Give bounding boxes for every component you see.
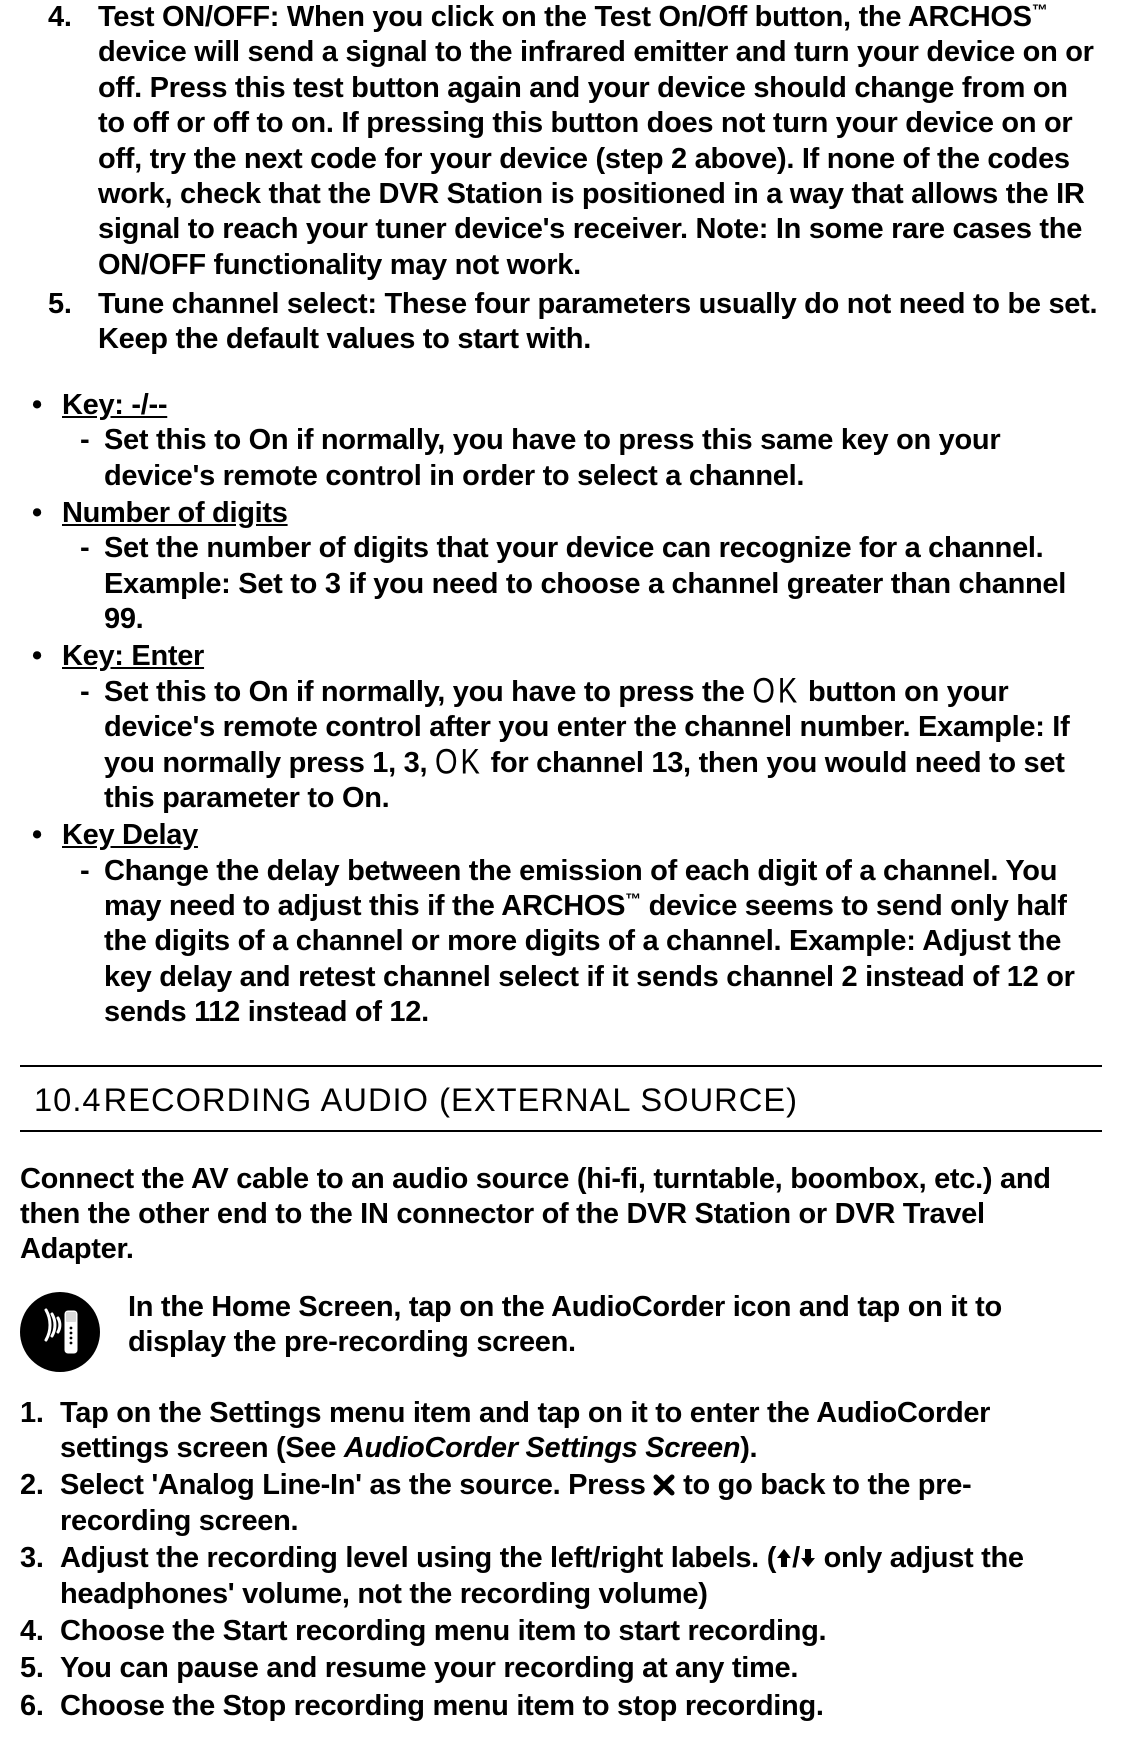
list-text: Test ON/OFF: When you click on the Test … xyxy=(98,1,1094,281)
param-desc-list: - Set this to On if normally, you have t… xyxy=(62,423,1102,494)
step-6: 6. Choose the Stop recording menu item t… xyxy=(20,1689,1102,1724)
page-content: 4. Test ON/OFF: When you click on the Te… xyxy=(20,0,1102,1724)
param-desc-list: - Set this to On if normally, you have t… xyxy=(62,675,1102,817)
param-desc: - Set this to On if normally, you have t… xyxy=(62,423,1102,494)
audiocorder-icon xyxy=(20,1292,100,1372)
close-icon xyxy=(653,1474,675,1496)
param-desc: - Set this to On if normally, you have t… xyxy=(62,675,1102,817)
list-number: 4. xyxy=(48,0,72,35)
param-title: Key: -/-- xyxy=(62,389,167,421)
arrow-down-icon xyxy=(800,1547,816,1569)
section-number: 10.4 xyxy=(34,1081,102,1120)
step-4: 4. Choose the Start recording menu item … xyxy=(20,1614,1102,1649)
reference-link: AudioCorder Settings Screen xyxy=(344,1432,740,1464)
step-number: 3. xyxy=(20,1541,44,1576)
step-text: Adjust the recording level using the lef… xyxy=(60,1542,1024,1609)
dash-icon: - xyxy=(80,423,89,458)
bullet-icon: • xyxy=(32,496,42,531)
step-number: 2. xyxy=(20,1468,44,1503)
divider xyxy=(20,1065,1102,1067)
list-item-5: 5. Tune channel select: These four param… xyxy=(20,287,1102,358)
bullet-icon: • xyxy=(32,639,42,674)
param-desc-text: Change the delay between the emission of… xyxy=(104,855,1075,1029)
tm-symbol: ™ xyxy=(1032,2,1048,19)
audiocorder-instruction-row: In the Home Screen, tap on the AudioCord… xyxy=(20,1290,1102,1372)
step-number: 6. xyxy=(20,1689,44,1724)
parameter-list: • Key: -/-- - Set this to On if normally… xyxy=(20,388,1102,1031)
list-item-4: 4. Test ON/OFF: When you click on the Te… xyxy=(20,0,1102,283)
list-number: 5. xyxy=(48,287,72,322)
step-text: You can pause and resume your recording … xyxy=(60,1652,798,1684)
param-desc-text: Set this to On if normally, you have to … xyxy=(104,424,1000,491)
arrow-up-icon xyxy=(776,1547,792,1569)
section-title: RECORDING AUDIO (EXTERNAL SOURCE) xyxy=(104,1082,798,1118)
tm-symbol: ™ xyxy=(625,891,641,908)
step-text: Select 'Analog Line-In' as the source. P… xyxy=(60,1469,971,1536)
step-2: 2. Select 'Analog Line-In' as the source… xyxy=(20,1468,1102,1539)
top-ordered-list: 4. Test ON/OFF: When you click on the Te… xyxy=(20,0,1102,358)
audio-steps: 1. Tap on the Settings menu item and tap… xyxy=(20,1396,1102,1724)
param-title: Key Delay xyxy=(62,819,198,851)
param-desc-text: Set the number of digits that your devic… xyxy=(104,532,1066,635)
step-text: Tap on the Settings menu item and tap on… xyxy=(60,1397,990,1464)
param-key-enter: • Key: Enter - Set this to On if normall… xyxy=(20,639,1102,816)
param-number-digits: • Number of digits - Set the number of d… xyxy=(20,496,1102,638)
param-desc-list: - Change the delay between the emission … xyxy=(62,854,1102,1031)
dash-icon: - xyxy=(80,675,89,710)
dash-icon: - xyxy=(80,531,89,566)
step-text: Choose the Start recording menu item to … xyxy=(60,1615,826,1647)
ok-button-glyph: OK xyxy=(435,742,483,784)
divider xyxy=(20,1130,1102,1132)
step-5: 5. You can pause and resume your recordi… xyxy=(20,1651,1102,1686)
slash: / xyxy=(792,1542,800,1574)
step-number: 5. xyxy=(20,1651,44,1686)
param-key-delay: • Key Delay - Change the delay between t… xyxy=(20,818,1102,1030)
section-heading: 10.4RECORDING AUDIO (EXTERNAL SOURCE) xyxy=(34,1081,1122,1120)
bullet-icon: • xyxy=(32,818,42,853)
dash-icon: - xyxy=(80,854,89,889)
list-text: Tune channel select: These four paramete… xyxy=(98,288,1097,355)
bullet-icon: • xyxy=(32,388,42,423)
param-desc: - Change the delay between the emission … xyxy=(62,854,1102,1031)
step-3: 3. Adjust the recording level using the … xyxy=(20,1541,1102,1612)
step-text: Choose the Stop recording menu item to s… xyxy=(60,1690,824,1722)
step-1: 1. Tap on the Settings menu item and tap… xyxy=(20,1396,1102,1467)
param-title: Number of digits xyxy=(62,497,288,529)
audiocorder-instruction: In the Home Screen, tap on the AudioCord… xyxy=(128,1290,1102,1361)
param-desc-text: Set this to On if normally, you have to … xyxy=(104,676,1069,814)
ok-button-glyph: OK xyxy=(752,671,800,713)
param-desc: - Set the number of digits that your dev… xyxy=(62,531,1102,637)
param-title: Key: Enter xyxy=(62,640,204,672)
param-key-slash: • Key: -/-- - Set this to On if normally… xyxy=(20,388,1102,494)
audio-intro: Connect the AV cable to an audio source … xyxy=(20,1162,1102,1268)
step-number: 1. xyxy=(20,1396,44,1431)
param-desc-list: - Set the number of digits that your dev… xyxy=(62,531,1102,637)
step-number: 4. xyxy=(20,1614,44,1649)
